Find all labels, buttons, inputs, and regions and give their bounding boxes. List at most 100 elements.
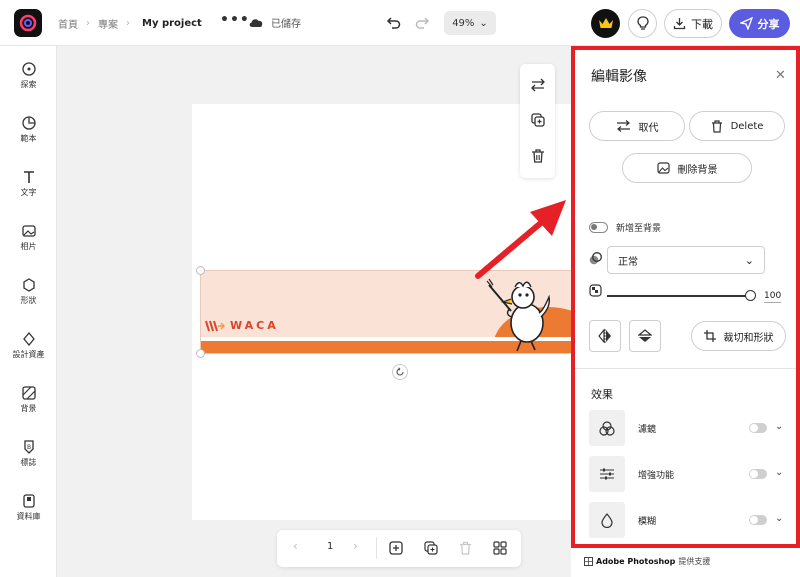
rotate-icon xyxy=(396,367,404,376)
sidebar-item-discover[interactable]: 探索 xyxy=(0,62,57,90)
add-to-background-row: 新增至背景 xyxy=(589,221,661,234)
add-page-icon[interactable] xyxy=(389,541,403,555)
blend-mode-value: 正常 xyxy=(618,256,638,268)
chevron-down-icon: ⌄ xyxy=(744,253,754,267)
shapes-icon xyxy=(22,278,35,292)
effect-label-filters: 濾鏡 xyxy=(638,425,657,435)
sidebar-item-design-assets[interactable]: 設計資產 xyxy=(0,332,57,360)
chevron-right-icon: › xyxy=(86,18,90,29)
replace-button[interactable]: 取代 xyxy=(589,111,685,141)
zoom-dropdown[interactable]: 49% ⌄ xyxy=(444,11,496,35)
opacity-value[interactable]: 100 xyxy=(764,291,782,303)
effect-toggle-filters[interactable] xyxy=(749,423,767,433)
sidebar-item-text[interactable]: 文字 xyxy=(0,170,57,198)
effect-label-blur: 模糊 xyxy=(638,517,657,527)
sidebar-item-photos[interactable]: 相片 xyxy=(0,224,57,252)
duplicate-page-icon[interactable] xyxy=(424,541,439,556)
replace-icon[interactable] xyxy=(530,78,546,92)
powered-suffix: 提供支援 xyxy=(678,557,711,566)
waca-mark-icon xyxy=(205,320,225,331)
breadcrumb-projects[interactable]: 專案 xyxy=(98,16,118,31)
effects-title: 效果 xyxy=(591,388,613,401)
chevron-down-icon[interactable]: ⌄ xyxy=(775,467,783,478)
opacity-slider-knob[interactable] xyxy=(745,290,756,301)
sidebar-item-logo[interactable]: B 標誌 xyxy=(0,440,57,468)
add-to-background-toggle[interactable] xyxy=(589,222,608,233)
delete-button[interactable]: Delete xyxy=(689,111,785,141)
next-page-button[interactable]: › xyxy=(353,539,358,553)
discover-icon xyxy=(21,62,36,76)
premium-button[interactable] xyxy=(591,9,620,38)
flip-vertical-icon xyxy=(638,329,652,342)
save-status: 已儲存 xyxy=(248,15,301,30)
resize-handle-top-left[interactable] xyxy=(196,266,205,275)
logo-icon: B xyxy=(23,440,34,454)
rotate-handle[interactable] xyxy=(392,364,408,380)
ideas-button[interactable] xyxy=(628,9,657,38)
duplicate-icon[interactable] xyxy=(530,112,546,128)
powered-brand: Adobe Photoshop xyxy=(596,557,676,566)
sidebar-item-templates[interactable]: 範本 xyxy=(0,116,57,144)
effect-label-enhance: 增強功能 xyxy=(638,471,675,481)
effect-row-blur[interactable]: 模糊 ⌄ xyxy=(589,502,789,538)
panel-title: 編輯影像 xyxy=(591,69,647,85)
library-icon xyxy=(22,494,35,508)
effect-toggle-enhance[interactable] xyxy=(749,469,767,479)
share-label: 分享 xyxy=(757,17,780,31)
zoom-value: 49% xyxy=(452,17,475,29)
project-name[interactable]: My project xyxy=(142,18,202,29)
photoshop-icon xyxy=(584,557,593,566)
redo-button[interactable] xyxy=(414,14,430,33)
chevron-down-icon[interactable]: ⌄ xyxy=(775,513,783,524)
remove-background-button[interactable]: 刪除背景 xyxy=(622,153,752,183)
breadcrumb-home[interactable]: 首頁 xyxy=(58,16,78,31)
undo-button[interactable] xyxy=(386,14,402,33)
effect-row-enhance[interactable]: 增強功能 ⌄ xyxy=(589,456,789,492)
app-logo-icon[interactable] xyxy=(14,9,42,37)
close-icon[interactable]: ✕ xyxy=(775,68,786,83)
redo-icon xyxy=(415,17,430,29)
effect-row-filters[interactable]: 濾鏡 ⌄ xyxy=(589,410,789,446)
crop-and-shape-button[interactable]: 裁切和形狀 xyxy=(691,321,786,351)
share-button[interactable]: 分享 xyxy=(729,9,790,38)
text-icon xyxy=(23,171,34,183)
download-button[interactable]: 下載 xyxy=(664,9,722,38)
chevron-down-icon[interactable]: ⌄ xyxy=(775,421,783,432)
templates-icon xyxy=(21,116,36,130)
banner-brand-logo: WACA xyxy=(205,319,279,332)
background-icon xyxy=(21,386,36,400)
opacity-slider-track[interactable] xyxy=(607,295,751,297)
trash-icon xyxy=(711,119,722,133)
crop-icon xyxy=(703,330,716,342)
banner-brand-text: WACA xyxy=(230,319,279,332)
svg-text:B: B xyxy=(26,444,30,451)
blur-drop-icon xyxy=(589,502,625,538)
flip-horizontal-button[interactable] xyxy=(589,320,621,352)
delete-page-icon[interactable] xyxy=(459,541,472,555)
save-status-label: 已儲存 xyxy=(271,19,301,30)
page-navigator: ‹ 1 › xyxy=(277,530,521,567)
send-icon xyxy=(739,17,753,30)
prev-page-button[interactable]: ‹ xyxy=(293,539,298,553)
edit-image-panel: 編輯影像 ✕ 取代 Delete 刪除背景 新增至背景 正常 ⌄ 100 裁切和… xyxy=(571,46,800,548)
lightbulb-icon xyxy=(636,16,649,30)
crown-icon xyxy=(598,18,613,28)
blend-mode-select[interactable]: 正常 ⌄ xyxy=(607,246,765,274)
resize-handle-bottom-left[interactable] xyxy=(196,349,205,358)
more-options-button[interactable]: ••• xyxy=(220,12,250,28)
opacity-icon xyxy=(589,284,602,297)
sidebar-item-shapes[interactable]: 形狀 xyxy=(0,278,57,306)
breadcrumb: 首頁 › 專案 › My project xyxy=(58,16,202,31)
sidebar-item-background[interactable]: 背景 xyxy=(0,386,57,414)
page-number: 1 xyxy=(327,541,334,552)
chevron-down-icon: ⌄ xyxy=(479,17,488,29)
sidebar-item-library[interactable]: 資料庫 xyxy=(0,494,57,522)
trash-icon[interactable] xyxy=(531,148,545,164)
add-to-background-label: 新增至背景 xyxy=(616,224,662,234)
flip-vertical-button[interactable] xyxy=(629,320,661,352)
download-icon xyxy=(673,18,686,30)
blend-mode-icon xyxy=(589,252,602,265)
download-label: 下載 xyxy=(691,17,713,31)
effect-toggle-blur[interactable] xyxy=(749,515,767,525)
grid-view-icon[interactable] xyxy=(493,541,507,555)
